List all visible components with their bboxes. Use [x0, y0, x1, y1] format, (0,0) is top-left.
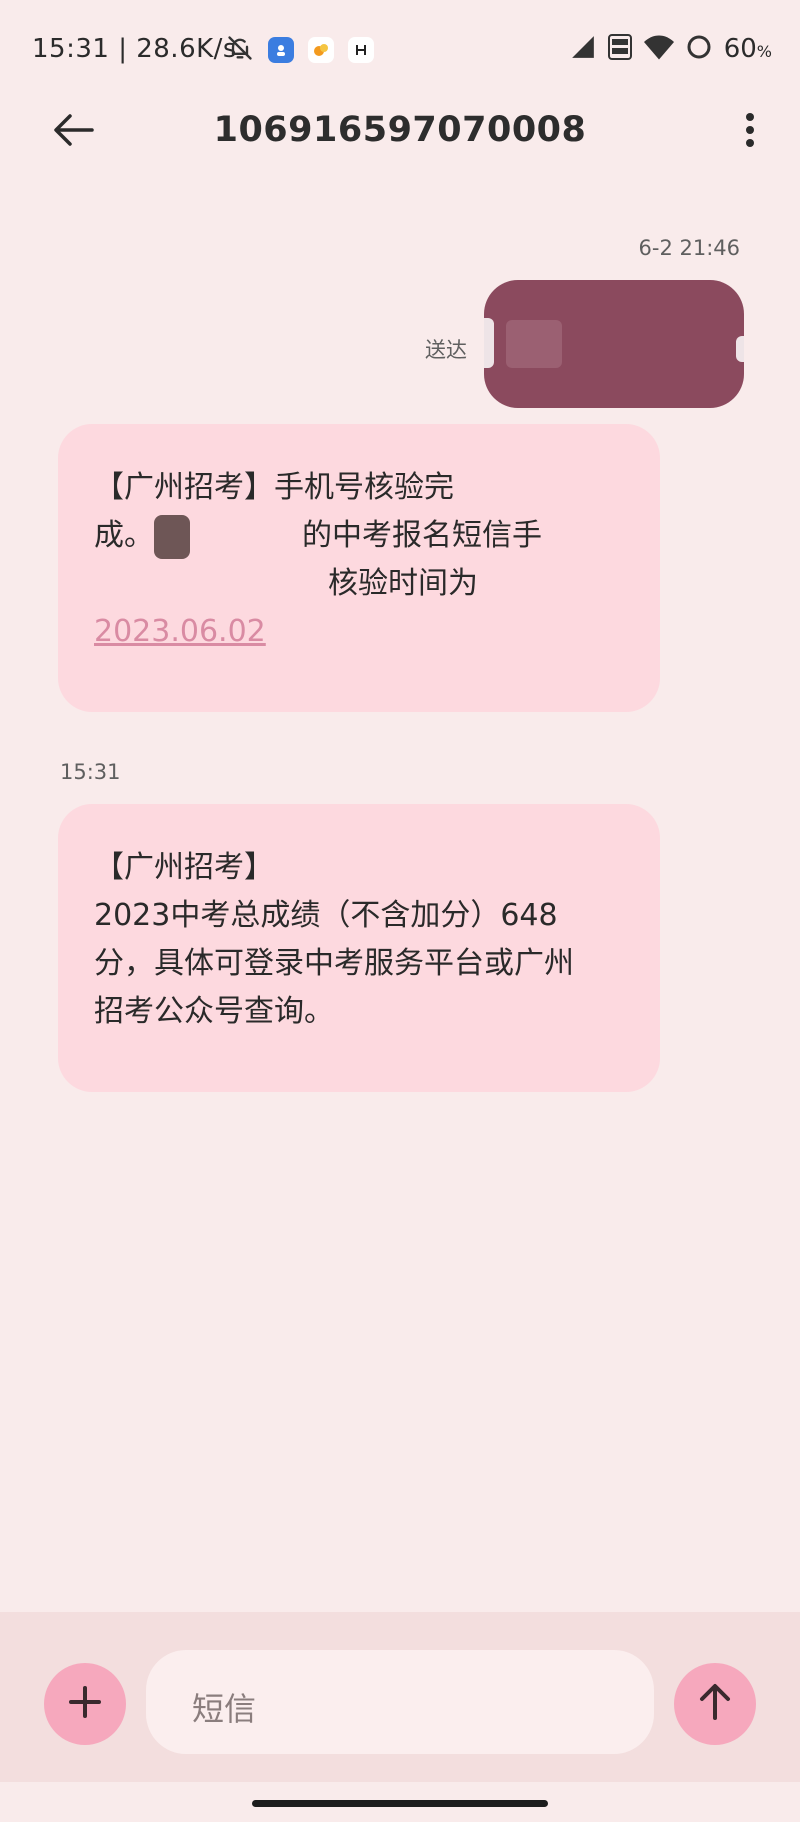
volte-icon — [607, 34, 632, 64]
status-icons-left — [226, 34, 374, 66]
message-line: 【广州招考】手机号核验完 — [94, 470, 454, 505]
status-time-speed: 15:31 | 28.6K/s — [32, 34, 237, 64]
message-text: 核验时间为 — [328, 566, 478, 601]
more-options-button[interactable] — [728, 104, 772, 160]
message-text: 的中考报名短信手 — [302, 518, 542, 553]
home-indicator[interactable] — [252, 1800, 548, 1807]
sent-timestamp: 6-2 21:46 — [638, 236, 741, 260]
message-input[interactable]: 短信 — [146, 1650, 654, 1754]
date-link[interactable]: 2023.06.02 — [94, 614, 266, 649]
sent-message-bubble[interactable] — [484, 280, 744, 408]
received-timestamp: 15:31 — [60, 760, 121, 784]
more-vertical-icon — [745, 112, 755, 152]
received-message-bubble[interactable]: 【广州招考】手机号核验完 成。 的中考报名短信手 核验时间为 2023.06.02 — [58, 424, 660, 712]
bell-off-icon — [226, 34, 254, 66]
message-line: 2023中考总成绩（不含加分）648 — [94, 898, 558, 933]
received-message-bubble[interactable]: 【广州招考】 2023中考总成绩（不含加分）648 分，具体可登录中考服务平台或… — [58, 804, 660, 1092]
message-line: 【广州招考】 — [94, 850, 274, 885]
message-line: 核验时间为 — [94, 560, 624, 608]
redacted-edge-right — [736, 336, 744, 362]
wifi-icon — [643, 34, 674, 64]
redacted-edge-left — [484, 318, 494, 368]
signal-icon — [570, 34, 596, 64]
redacted-block — [506, 320, 562, 368]
message-line: 成。 的中考报名短信手 — [94, 512, 624, 560]
plus-icon — [67, 1684, 103, 1724]
delivery-status: 送达 — [425, 338, 467, 362]
redacted-block — [154, 514, 190, 559]
message-line: 分，具体可登录中考服务平台或广州 — [94, 946, 574, 981]
add-attachment-button[interactable] — [44, 1663, 126, 1745]
battery-ring-icon — [686, 34, 712, 64]
app-icon-blue — [268, 37, 294, 63]
app-icon-orange — [308, 37, 334, 63]
message-line: 2023.06.02 — [94, 608, 624, 656]
send-button[interactable] — [674, 1663, 756, 1745]
message-input-placeholder: 短信 — [192, 1690, 257, 1728]
message-line: 招考公众号查询。 — [94, 994, 334, 1029]
app-icon-white — [348, 37, 374, 63]
battery-level: 60% — [723, 34, 772, 64]
conversation-title: 106916597070008 — [213, 110, 587, 150]
arrow-up-icon — [697, 1682, 733, 1726]
status-icons-right: 60% — [570, 34, 772, 64]
message-text: 成。 — [94, 518, 154, 553]
